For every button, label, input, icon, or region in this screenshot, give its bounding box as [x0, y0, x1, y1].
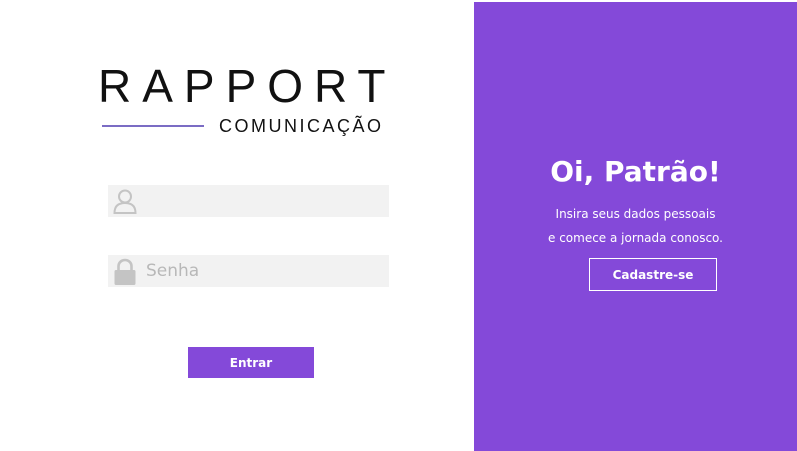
lock-icon [112, 258, 138, 285]
company-logo: RAPPORT COMUNICAÇÃO [98, 58, 410, 140]
signup-message-line-2: e comece a jornada conosco. [548, 231, 723, 245]
logo-wordmark: RAPPORT [98, 60, 397, 112]
signup-button[interactable]: Cadastre-se [589, 258, 717, 291]
user-icon [112, 188, 138, 214]
logo-subtitle: COMUNICAÇÃO [219, 116, 384, 136]
login-button[interactable]: Entrar [188, 347, 314, 378]
password-field[interactable] [108, 255, 389, 287]
logo-underline [102, 125, 204, 127]
username-input[interactable] [146, 185, 382, 217]
signup-panel: Oi, Patrão! Insira seus dados pessoais e… [474, 2, 797, 451]
password-input[interactable] [146, 255, 382, 287]
login-page: RAPPORT COMUNICAÇÃO Entrar Oi, Patrão! I… [0, 0, 797, 451]
greeting-heading: Oi, Patrão! [550, 155, 721, 188]
username-field[interactable] [108, 185, 389, 217]
signup-message-line-1: Insira seus dados pessoais [555, 207, 716, 221]
login-panel: RAPPORT COMUNICAÇÃO Entrar [0, 0, 474, 451]
